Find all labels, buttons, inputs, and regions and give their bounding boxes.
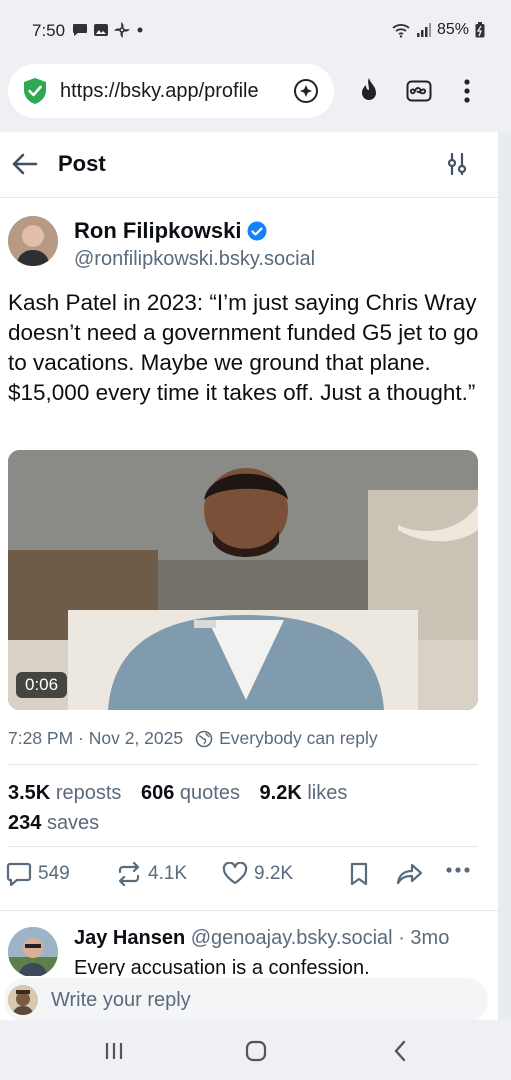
post-author[interactable]: Ron Filipkowski @ronfilipkowski.bsky.soc… — [8, 216, 488, 276]
recent-apps-icon[interactable] — [104, 1041, 124, 1061]
divider — [8, 846, 478, 847]
video-thumbnail — [8, 450, 478, 710]
speech-bubble-icon[interactable] — [6, 862, 32, 886]
home-icon[interactable] — [245, 1040, 267, 1062]
fire-icon[interactable] — [357, 77, 381, 105]
battery-percent: 85% — [436, 21, 469, 38]
browser-menu-button[interactable] — [452, 76, 482, 106]
avatar-image — [8, 985, 38, 1015]
video-duration: 0:06 — [16, 672, 68, 698]
video-player[interactable]: 0:06 — [8, 450, 478, 710]
globe-icon — [195, 730, 213, 747]
home-button[interactable] — [241, 1038, 271, 1064]
reply-button[interactable]: 549 — [6, 862, 70, 886]
address-bar[interactable]: https://bsky.app/profile — [8, 64, 334, 118]
bookmark-icon[interactable] — [348, 862, 370, 886]
infinity-icon[interactable] — [406, 78, 432, 104]
like-count[interactable]: 9.2K — [254, 863, 293, 885]
post-stats: 3.5K reposts 606 quotes 9.2K likes 234 s… — [8, 778, 488, 838]
page-title: Post — [58, 151, 106, 176]
avatar-image — [8, 216, 58, 266]
post-header: Post — [0, 132, 498, 198]
repost-count[interactable]: 4.1K — [148, 863, 187, 885]
heart-icon[interactable] — [222, 862, 248, 886]
post-text: Kash Patel in 2023: “I’m just saying Chr… — [8, 290, 479, 405]
wifi-icon — [392, 24, 410, 38]
avatar[interactable] — [8, 927, 58, 977]
reply-count[interactable]: 549 — [38, 863, 70, 885]
quotes-stat[interactable]: 606 quotes — [141, 782, 240, 804]
shield-check-icon[interactable] — [22, 77, 48, 105]
browser-toolbar: https://bsky.app/profile — [0, 60, 511, 132]
back-button[interactable] — [385, 1038, 415, 1064]
more-horiz-icon[interactable] — [446, 866, 470, 874]
chevron-left-icon[interactable] — [393, 1040, 407, 1062]
divider — [8, 764, 478, 765]
avatar[interactable] — [8, 216, 58, 266]
more-vert-icon[interactable] — [463, 78, 471, 104]
avatar — [8, 985, 38, 1015]
chat-notification-icon — [73, 24, 87, 36]
likes-stat[interactable]: 9.2K likes — [260, 782, 348, 804]
share-arrow-icon[interactable] — [396, 862, 424, 886]
verified-badge-icon — [247, 221, 267, 241]
repost-button[interactable]: 4.1K — [116, 862, 187, 886]
status-bar: 7:50 85% — [0, 0, 511, 60]
assistant-icon[interactable] — [292, 77, 320, 105]
notification-icons — [72, 22, 145, 38]
signal-icon — [416, 23, 431, 37]
bookmark-button[interactable] — [348, 862, 370, 886]
post-page: Post Ron Filipkowski @ronfilipkowski.bsk… — [0, 132, 498, 1020]
author-handle[interactable]: @ronfilipkowski.bsky.social — [74, 248, 315, 271]
post-timestamp: 7:28 PM · Nov 2, 2025 — [8, 728, 184, 748]
more-options-button[interactable] — [446, 866, 470, 874]
reply-age: · 3mo — [398, 927, 450, 949]
reply-setting: Everybody can reply — [219, 728, 378, 748]
back-arrow-icon[interactable] — [10, 152, 38, 176]
status-time: 7:50 — [32, 21, 66, 40]
reply-author-name[interactable]: Jay Hansen — [74, 927, 185, 949]
sliders-icon[interactable] — [446, 152, 468, 176]
reposts-stat[interactable]: 3.5K reposts — [8, 782, 121, 804]
reply-input[interactable]: Write your reply — [4, 978, 488, 1022]
reply-header[interactable]: Jay Hansen @genoajay.bsky.social · 3mo — [74, 927, 449, 950]
fire-button[interactable] — [354, 76, 384, 106]
post-actions: 549 4.1K 9.2K — [6, 862, 486, 892]
dot-icon — [137, 27, 143, 33]
gallery-notification-icon — [94, 24, 108, 36]
author-name-row[interactable]: Ron Filipkowski — [74, 218, 267, 244]
repost-icon[interactable] — [116, 862, 142, 886]
author-name[interactable]: Ron Filipkowski — [74, 218, 241, 244]
system-navigation-bar — [0, 1020, 511, 1080]
share-button[interactable] — [396, 862, 424, 886]
url-text[interactable]: https://bsky.app/profile — [60, 80, 286, 103]
status-right: 85% — [391, 21, 485, 39]
infinity-button[interactable] — [404, 76, 434, 106]
compose-bar: Write your reply — [0, 976, 498, 1024]
like-button[interactable]: 9.2K — [222, 862, 293, 886]
battery-icon — [475, 22, 485, 38]
reply-placeholder[interactable]: Write your reply — [51, 989, 191, 1012]
avatar-image — [8, 927, 58, 977]
saves-stat: 234 saves — [8, 812, 100, 834]
pinwheel-notification-icon — [114, 22, 130, 38]
post-meta: 7:28 PM · Nov 2, 2025 Everybody can repl… — [8, 728, 378, 749]
recent-apps-button[interactable] — [99, 1038, 129, 1064]
reply-author-handle[interactable]: @genoajay.bsky.social — [191, 927, 393, 949]
